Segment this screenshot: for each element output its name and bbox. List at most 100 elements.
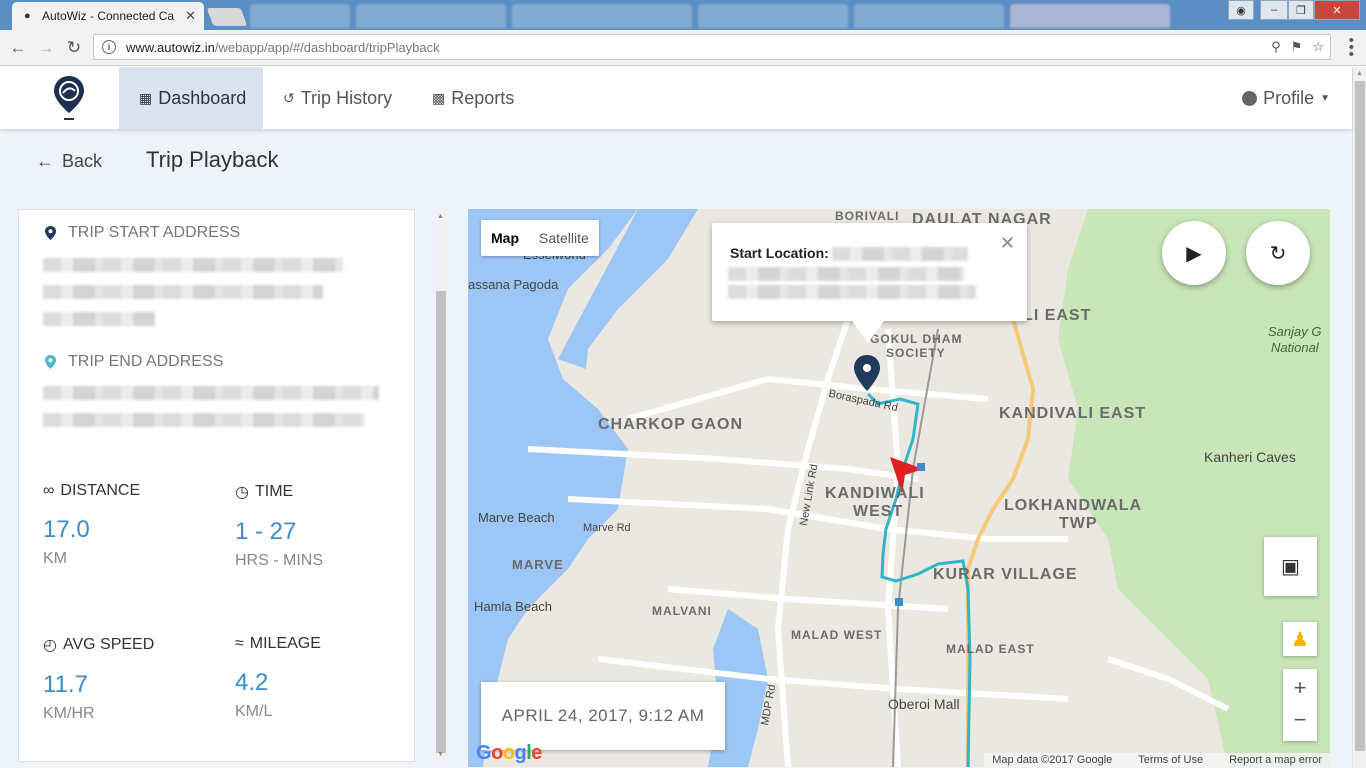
location-pin-icon (45, 226, 56, 240)
map-label: National (1271, 340, 1319, 355)
page-scrollbar-thumb[interactable] (1355, 81, 1365, 751)
street-view-pegman[interactable]: ♟ (1283, 622, 1317, 656)
map-label: Sanjay G (1268, 324, 1322, 339)
nav-reports[interactable]: ▩ Reports (412, 67, 534, 129)
highway (966, 318, 1036, 767)
back-arrow-icon[interactable]: ← (8, 38, 28, 58)
site-info-icon[interactable]: i (102, 40, 116, 54)
browser-tab-blurred[interactable] (1010, 4, 1170, 28)
play-button[interactable]: ▶ (1162, 221, 1226, 285)
playback-date: APRIL 24, 2017, 9:12 AM (481, 682, 725, 750)
caret-down-icon: ▼ (1320, 92, 1330, 104)
bus-stop-icon (895, 598, 903, 606)
map-label: WEST (853, 503, 904, 520)
panel-scrollbar[interactable]: ▲ ▼ (434, 209, 448, 762)
new-tab-button[interactable] (206, 8, 248, 26)
map-label: CHARKOP GAON (598, 416, 744, 433)
scroll-down-arrow-icon[interactable]: ▼ (437, 751, 444, 758)
location-pin-icon (45, 355, 56, 369)
time-label: TIME (254, 483, 294, 500)
close-icon[interactable]: ✕ (1000, 233, 1015, 254)
map-label: KANDIWALI (825, 485, 925, 502)
zoom-icon[interactable]: ⚲ (1271, 39, 1281, 55)
map-label: LOKHANDWALA (1004, 497, 1143, 514)
zoom-control: + − (1283, 669, 1317, 741)
mileage-unit: KM/L (235, 703, 273, 720)
map-label: MARVE (512, 557, 564, 572)
trip-start-heading-label: TRIP START ADDRESS (68, 224, 241, 241)
refresh-icon: ↻ (1269, 242, 1287, 265)
distance-unit: KM (43, 550, 67, 567)
autowiz-logo-icon[interactable] (53, 75, 85, 121)
back-label: Back (62, 151, 103, 171)
app-header: ▦ Dashboard ↺ Trip History ▩ Reports Pro… (0, 67, 1352, 129)
panel-scrollbar-thumb[interactable] (436, 291, 446, 753)
pegman-icon: ♟ (1291, 628, 1309, 651)
map-label: TWP (1059, 515, 1098, 532)
bar-chart-icon: ▩ (432, 89, 446, 106)
browser-tab-blurred[interactable] (698, 4, 848, 28)
url-host: www.autowiz.in (126, 39, 215, 55)
browser-tab-blurred[interactable] (854, 4, 1004, 28)
avg-speed-value: 11.7 (43, 671, 88, 698)
forward-arrow-icon[interactable]: → (36, 38, 56, 58)
maximize-button[interactable]: ❐ (1288, 0, 1314, 20)
map-label: MALAD WEST (791, 628, 883, 642)
start-location-info-window: Start Location: ✕ (712, 223, 1027, 343)
start-location-redacted (728, 285, 976, 299)
replay-button[interactable]: ↻ (1246, 221, 1310, 285)
profile-menu[interactable]: Profile ▼ (1242, 67, 1330, 129)
browser-menu-icon[interactable]: • • • (1349, 33, 1354, 62)
map-type-map-button[interactable]: Map (481, 220, 529, 256)
user-icon[interactable]: ◉ (1228, 0, 1254, 20)
map-label: MALVANI (652, 604, 712, 618)
map-label: Marve Rd (583, 522, 631, 534)
info-window-pointer (852, 321, 884, 343)
pin-icon[interactable]: ⚑ (1291, 39, 1303, 55)
terms-of-use-link[interactable]: Terms of Use (1138, 754, 1203, 766)
avg-speed-label: AVG SPEED (62, 636, 155, 653)
nav-trip-history[interactable]: ↺ Trip History (263, 67, 412, 129)
browser-tab-blurred[interactable] (356, 4, 506, 28)
mileage-value: 4.2 (235, 669, 269, 696)
map-label: Kanheri Caves (1204, 449, 1296, 465)
window-close-button[interactable]: ✕ (1314, 0, 1360, 20)
location-pin-favicon-icon: ● (24, 10, 31, 22)
mileage-stat: ≈ MILEAGE 4.2 KM/L (235, 635, 415, 721)
trip-map[interactable]: BORIVALI DAULAT NAGAR Esselworld assana … (468, 209, 1330, 767)
browser-tab-blurred[interactable] (250, 4, 350, 28)
close-tab-icon[interactable]: ✕ (185, 8, 196, 24)
map-label: KURAR VILLAGE (933, 566, 1078, 583)
start-location-title: Start Location: (730, 245, 829, 261)
report-map-error-link[interactable]: Report a map error (1229, 754, 1322, 766)
zoom-out-icon[interactable]: − (1294, 705, 1307, 740)
browser-tab-blurred[interactable] (512, 4, 692, 28)
play-icon: ▶ (1186, 242, 1202, 265)
map-label: SOCIETY (886, 346, 946, 360)
traffic-layer-button[interactable]: ▣ (1264, 537, 1317, 596)
map-type-satellite-button[interactable]: Satellite (529, 220, 599, 256)
minimize-button[interactable]: – (1260, 0, 1288, 20)
scroll-up-arrow-icon[interactable]: ▲ (437, 213, 444, 220)
profile-label: Profile (1263, 87, 1315, 108)
start-address-redacted (43, 285, 323, 299)
trip-details-panel: TRIP START ADDRESS TRIP END ADDRESS ∞ DIS… (18, 209, 415, 762)
address-bar[interactable]: i www.autowiz.in/webapp/app/#/dashboard/… (93, 34, 1331, 60)
page-scrollbar[interactable]: ▲ (1352, 67, 1366, 768)
bookmark-star-icon[interactable]: ☆ (1312, 39, 1324, 55)
back-button[interactable]: ← Back (36, 151, 102, 172)
subheader: ← Back Trip Playback (0, 129, 1352, 195)
back-arrow-icon: ← (36, 151, 54, 171)
user-avatar-icon (1242, 90, 1258, 106)
end-address-redacted (43, 386, 379, 400)
browser-tab-active[interactable]: ● AutoWiz - Connected Ca ✕ (12, 2, 204, 30)
map-label: KANDIVALI EAST (999, 405, 1147, 422)
clock-icon: ◷ (235, 484, 249, 501)
scroll-up-arrow-icon[interactable]: ▲ (1356, 70, 1363, 77)
zoom-in-icon[interactable]: + (1294, 670, 1307, 705)
map-type-control: Map Satellite (481, 220, 599, 256)
nav-dashboard-label: Dashboard (158, 87, 247, 108)
end-address-redacted (43, 413, 365, 427)
nav-dashboard[interactable]: ▦ Dashboard (119, 67, 263, 129)
reload-icon[interactable]: ↻ (64, 38, 84, 58)
